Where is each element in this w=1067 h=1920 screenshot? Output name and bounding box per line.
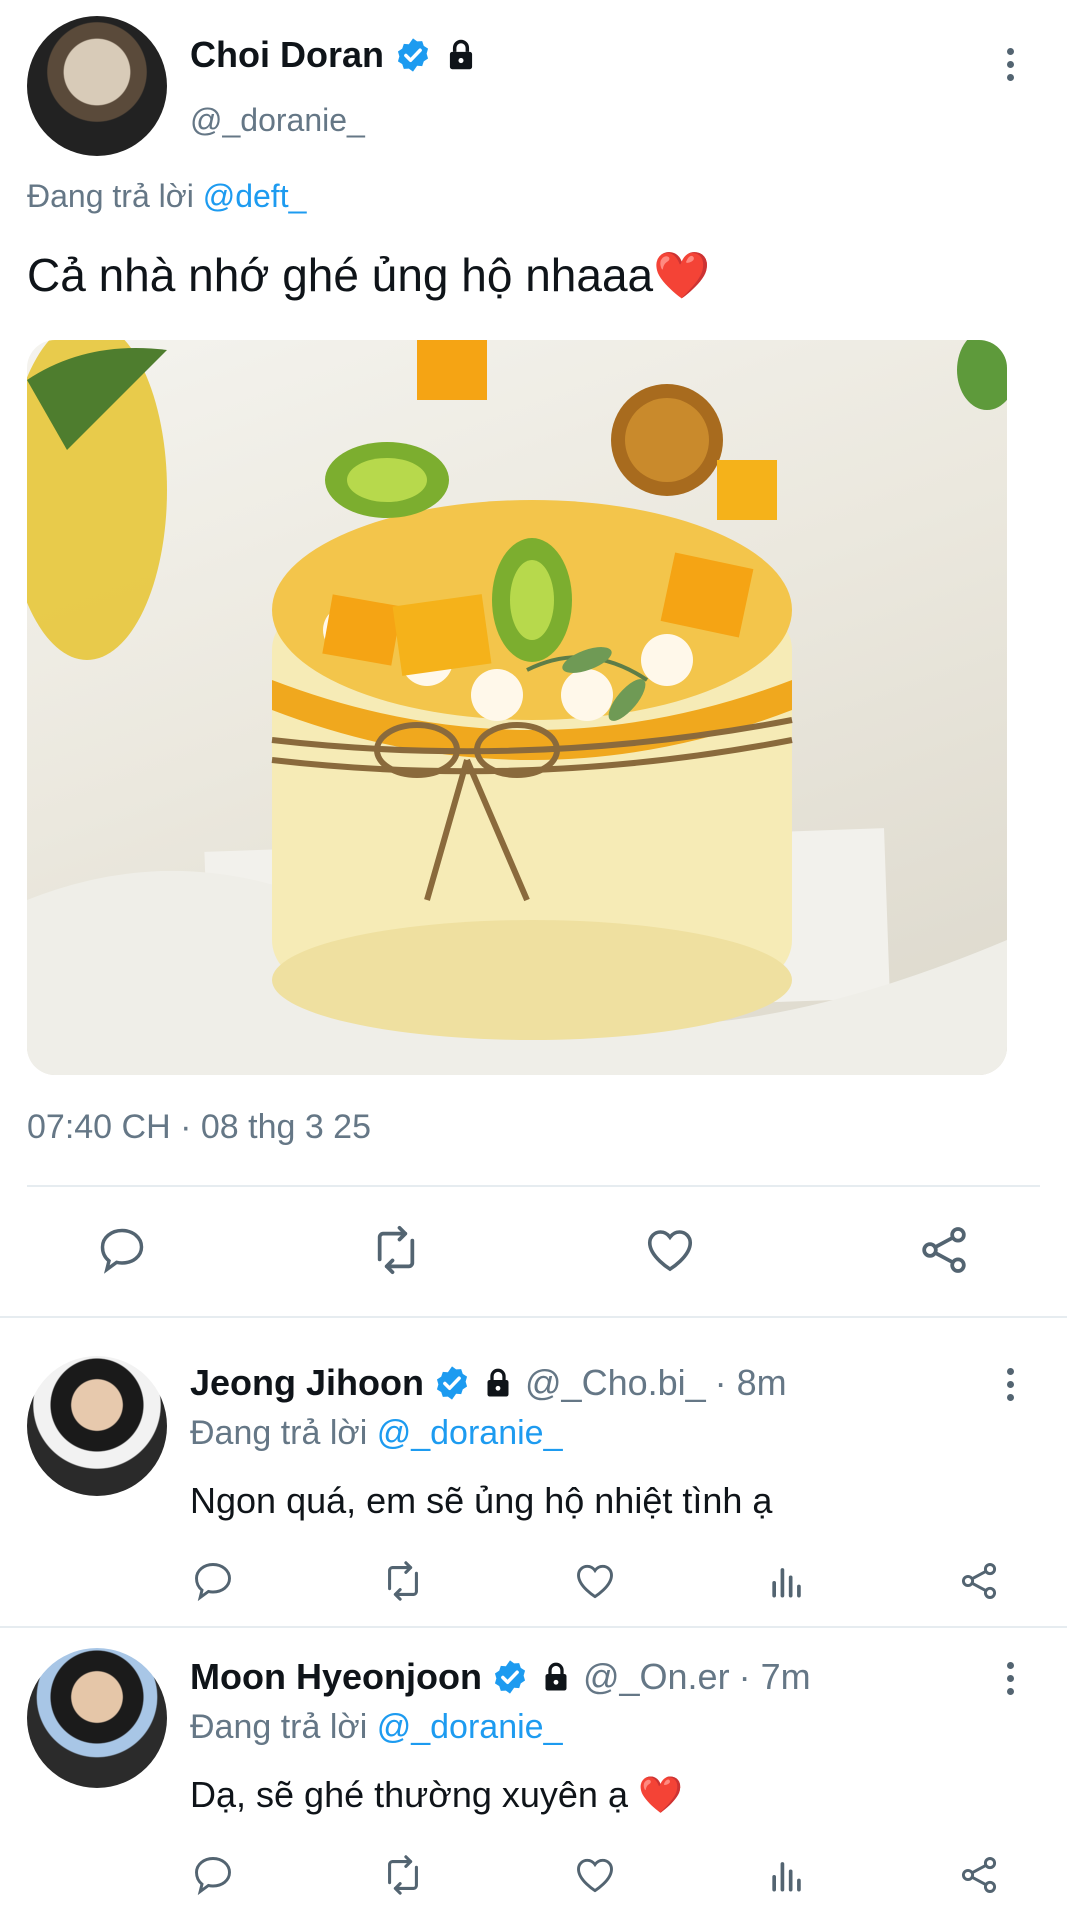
timestamp-divider [27, 1185, 1040, 1187]
lock-icon [442, 36, 480, 74]
heart-icon [577, 1858, 613, 1893]
more-vertical-icon[interactable] [1004, 48, 1016, 81]
tweet-text: Cả nhà nhớ ghé ủng hộ nhaaa [27, 249, 654, 301]
verified-badge-icon [491, 1658, 529, 1696]
reply-author-handle[interactable]: @_On.er [583, 1656, 730, 1698]
retweet-button[interactable] [380, 1558, 426, 1604]
share-icon [961, 1857, 997, 1893]
reply-icon [195, 1857, 231, 1896]
main-tweet-text: Cả nhà nhớ ghé ủng hộ nhaaa❤️ [27, 248, 710, 303]
stats-button[interactable] [764, 1852, 810, 1898]
verified-badge-icon [394, 36, 432, 74]
reply-icon [100, 1228, 144, 1274]
stats-icon [772, 1862, 801, 1892]
section-divider [0, 1316, 1067, 1318]
retweet-icon [388, 1855, 418, 1895]
reply-author-avatar[interactable] [27, 1648, 167, 1788]
more-vertical-icon[interactable] [1004, 1368, 1016, 1401]
reply-author-avatar[interactable] [27, 1356, 167, 1496]
reply-time: · 7m [738, 1656, 811, 1697]
reply-to-link[interactable]: @deft_ [203, 178, 307, 214]
reply-prefix: Đang trả lời [190, 1708, 368, 1746]
main-reply-context: Đang trả lời @deft_ [27, 178, 306, 215]
share-button[interactable] [956, 1558, 1002, 1604]
main-author-name[interactable]: Choi Doran [190, 34, 384, 76]
reply-button[interactable] [92, 1222, 152, 1278]
share-icon [961, 1563, 997, 1599]
heart-icon [647, 1230, 693, 1272]
share-button[interactable] [956, 1852, 1002, 1898]
reply-text: Ngon quá, em sẽ ủng hộ nhiệt tình ạ [190, 1480, 772, 1522]
verified-badge-icon [433, 1364, 471, 1402]
heart-emoji: ❤️ [653, 249, 711, 301]
like-button[interactable] [640, 1222, 700, 1278]
share-icon [922, 1227, 966, 1273]
reply-text: Dạ, sẽ ghé thường xuyên ạ ❤️ [190, 1774, 683, 1816]
reply-author-name[interactable]: Jeong Jihoon [190, 1362, 424, 1404]
cake-illustration [27, 340, 1007, 1075]
retweet-button[interactable] [366, 1222, 426, 1278]
reply-time: · 8m [714, 1362, 787, 1403]
reply-body: Dạ, sẽ ghé thường xuyên ạ [190, 1774, 628, 1815]
retweet-button[interactable] [380, 1852, 426, 1898]
more-vertical-icon[interactable] [1004, 1662, 1016, 1695]
reply-header: Moon Hyeonjoon @_On.er · 7m [190, 1652, 811, 1702]
reply-author-handle[interactable]: @_Cho.bi_ [525, 1362, 706, 1404]
like-button[interactable] [572, 1852, 618, 1898]
reply-author-name[interactable]: Moon Hyeonjoon [190, 1656, 482, 1698]
retweet-icon [377, 1225, 415, 1275]
reply-context: Đang trả lời @_doranie_ [190, 1414, 562, 1453]
main-author-handle[interactable]: @_doranie_ [190, 102, 365, 139]
reply-button[interactable] [190, 1558, 236, 1604]
reply-prefix: Đang trả lời [190, 1414, 368, 1452]
tweet-timestamp[interactable]: 07:40 CH · 08 thg 3 25 [27, 1108, 371, 1147]
lock-icon [538, 1659, 574, 1695]
reply-prefix: Đang trả lời [27, 178, 194, 214]
stats-icon [772, 1568, 801, 1598]
reply-icon [195, 1563, 231, 1602]
reply-to-link[interactable]: @_doranie_ [377, 1708, 563, 1746]
reply-context: Đang trả lời @_doranie_ [190, 1708, 562, 1747]
main-author-avatar[interactable] [27, 16, 167, 156]
main-author-row: Choi Doran [190, 30, 480, 80]
retweet-icon [388, 1561, 418, 1601]
tweet-media-image[interactable] [27, 340, 1007, 1075]
reply-divider [0, 1626, 1067, 1628]
stats-button[interactable] [764, 1558, 810, 1604]
heart-emoji: ❤️ [638, 1774, 683, 1815]
reply-button[interactable] [190, 1852, 236, 1898]
heart-icon [577, 1564, 613, 1599]
lock-icon [480, 1365, 516, 1401]
like-button[interactable] [572, 1558, 618, 1604]
share-button[interactable] [914, 1222, 974, 1278]
reply-body: Ngon quá, em sẽ ủng hộ nhiệt tình ạ [190, 1480, 773, 1521]
reply-to-link[interactable]: @_doranie_ [377, 1414, 563, 1452]
reply-header: Jeong Jihoon @_Cho.bi_ · 8m [190, 1358, 787, 1408]
